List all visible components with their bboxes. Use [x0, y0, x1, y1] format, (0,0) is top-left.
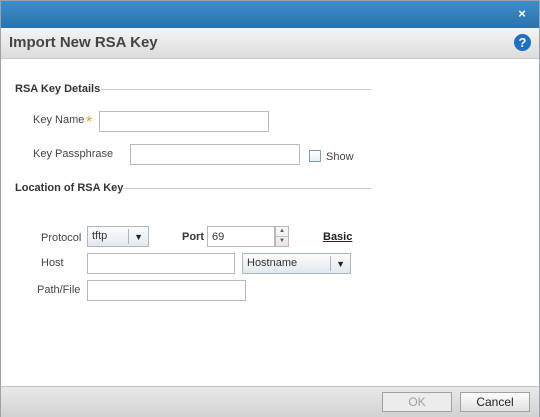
- protocol-select[interactable]: tftp ▼: [87, 226, 149, 247]
- port-input[interactable]: [207, 226, 275, 247]
- key-name-input[interactable]: [99, 111, 269, 132]
- required-mark: *: [86, 114, 93, 131]
- chevron-down-icon: ▼: [336, 259, 345, 269]
- chevron-down-icon: ▼: [134, 232, 143, 242]
- path-file-label: Path/File: [37, 284, 81, 296]
- help-icon[interactable]: ?: [514, 34, 531, 51]
- select-divider: [330, 256, 331, 271]
- basic-link[interactable]: Basic: [323, 231, 352, 243]
- key-passphrase-label: Key Passphrase: [33, 148, 114, 160]
- host-type-selected-value: Hostname: [247, 257, 298, 269]
- import-rsa-key-dialog: × Import New RSA Key ? RSA Key Details K…: [0, 0, 540, 417]
- section-divider: [101, 89, 371, 90]
- select-divider: [128, 229, 129, 244]
- key-passphrase-input[interactable]: [130, 144, 300, 165]
- key-name-label: Key Name: [33, 114, 85, 126]
- dialog-header: Import New RSA Key ?: [1, 28, 539, 59]
- dialog-title: Import New RSA Key: [9, 34, 158, 51]
- host-label: Host: [41, 257, 64, 269]
- show-label: Show: [326, 151, 354, 163]
- close-icon[interactable]: ×: [515, 7, 529, 21]
- show-passphrase-checkbox[interactable]: [309, 150, 321, 162]
- port-label: Port: [182, 231, 204, 243]
- triangle-down-icon[interactable]: ▼: [276, 237, 288, 246]
- rsa-key-details-section-title: RSA Key Details: [15, 83, 101, 95]
- protocol-selected-value: tftp: [92, 230, 108, 242]
- section-divider: [123, 188, 371, 189]
- host-type-select[interactable]: Hostname ▼: [242, 253, 351, 274]
- dialog-footer: OK Cancel: [1, 386, 539, 417]
- protocol-label: Protocol: [41, 232, 82, 244]
- path-file-input[interactable]: [87, 280, 246, 301]
- location-section-title: Location of RSA Key: [15, 182, 124, 194]
- port-stepper[interactable]: ▲ ▼: [275, 226, 289, 247]
- host-input[interactable]: [87, 253, 235, 274]
- window-titlebar: ×: [1, 1, 539, 28]
- ok-button[interactable]: OK: [382, 392, 452, 412]
- triangle-up-icon[interactable]: ▲: [276, 227, 288, 237]
- cancel-button[interactable]: Cancel: [460, 392, 530, 412]
